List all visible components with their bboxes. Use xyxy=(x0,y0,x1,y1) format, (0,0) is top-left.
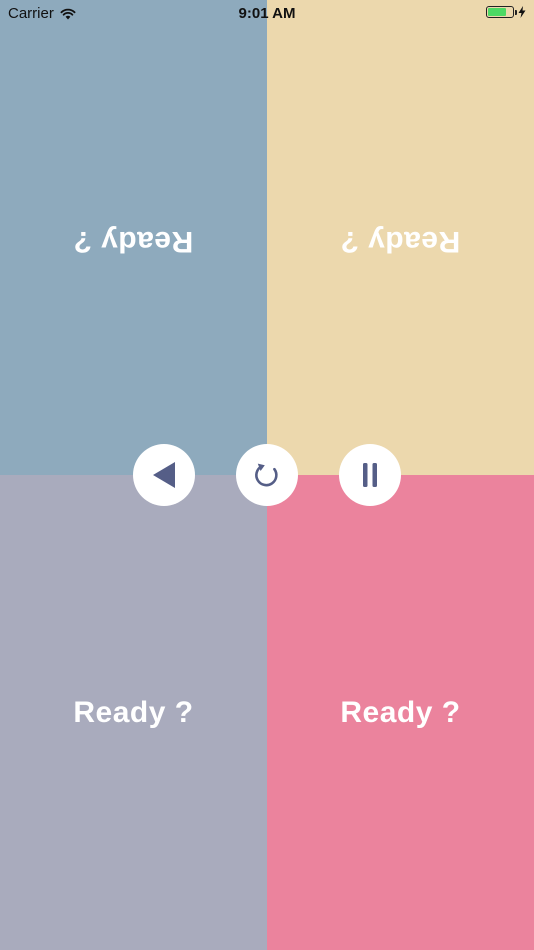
battery-cap xyxy=(515,10,517,15)
player-quadrant-bottom-left[interactable]: Ready ? xyxy=(0,475,267,950)
player-quadrant-bottom-right[interactable]: Ready ? xyxy=(267,475,534,950)
status-right-group xyxy=(486,6,526,18)
back-button[interactable] xyxy=(133,444,195,506)
pause-button[interactable] xyxy=(339,444,401,506)
ready-label: Ready ? xyxy=(340,695,461,729)
restart-icon xyxy=(255,463,278,487)
player-quadrant-top-left[interactable]: Ready ? xyxy=(0,0,267,475)
charging-bolt-icon xyxy=(518,6,526,18)
ready-label: Ready ? xyxy=(73,695,194,729)
ready-label: Ready ? xyxy=(73,224,194,258)
restart-button[interactable] xyxy=(236,444,298,506)
status-bar: Carrier 9:01 AM xyxy=(0,0,534,28)
back-triangle-icon xyxy=(153,462,175,488)
player-quadrant-top-right[interactable]: Ready ? xyxy=(267,0,534,475)
game-screen: Ready ? Ready ? Ready ? Ready ? Carrier … xyxy=(0,0,534,950)
battery-fill xyxy=(488,8,506,16)
clock: 9:01 AM xyxy=(238,5,296,22)
pause-icon xyxy=(363,463,377,487)
ready-label: Ready ? xyxy=(340,224,461,258)
battery-icon xyxy=(486,6,517,18)
